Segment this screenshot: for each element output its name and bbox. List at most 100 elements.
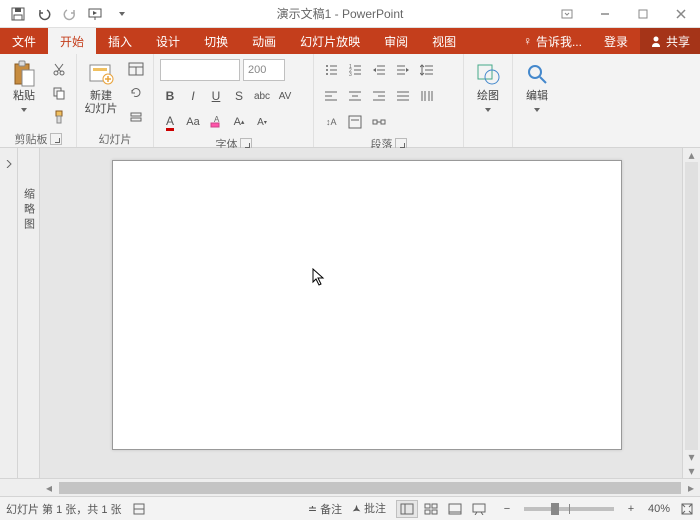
zoom-level[interactable]: 40% (648, 503, 670, 515)
outline-pane[interactable]: 缩略图 (18, 148, 40, 478)
new-slide-icon (87, 60, 115, 88)
char-spacing-button[interactable]: AV (275, 85, 295, 107)
spellcheck-icon[interactable] (132, 502, 146, 516)
share-button[interactable]: 共享 (640, 28, 700, 54)
zoom-handle[interactable] (551, 503, 559, 515)
svg-text:A: A (214, 115, 220, 124)
copy-icon[interactable] (48, 82, 70, 104)
font-color-button[interactable]: A (160, 111, 180, 133)
normal-view-icon[interactable] (396, 500, 418, 518)
slide-counter[interactable]: 幻灯片 第 1 张，共 1 张 (6, 501, 122, 517)
italic-button[interactable]: I (183, 85, 203, 107)
scroll-left-icon[interactable]: ◂ (40, 479, 58, 496)
next-slide-icon[interactable]: ▾ (683, 464, 700, 478)
zoom-out-button[interactable]: − (500, 503, 514, 515)
outline-label: 缩略图 (21, 188, 37, 233)
align-right-icon[interactable] (368, 85, 390, 107)
redo-icon[interactable] (60, 4, 80, 24)
svg-text:3: 3 (349, 72, 352, 77)
notes-button[interactable]: ≐ 备注 (308, 501, 342, 517)
slide-canvas-area[interactable] (40, 148, 682, 478)
shadow-button[interactable]: abc (252, 85, 272, 107)
comments-label: 批注 (364, 503, 386, 515)
start-from-beginning-icon[interactable] (86, 4, 106, 24)
hscroll-thumb[interactable] (59, 482, 681, 494)
close-icon[interactable] (662, 0, 700, 28)
bold-button[interactable]: B (160, 85, 180, 107)
hscroll-track[interactable] (59, 482, 681, 494)
cut-icon[interactable] (48, 58, 70, 80)
scroll-track[interactable] (685, 162, 698, 450)
slide[interactable] (112, 160, 622, 450)
drawing-button[interactable]: 绘图 (468, 56, 508, 116)
change-case-button[interactable]: Aa (183, 111, 203, 133)
new-slide-label: 新建 幻灯片 (85, 90, 118, 116)
ribbon-options-icon[interactable] (548, 0, 586, 28)
indent-decrease-icon[interactable] (368, 59, 390, 81)
numbering-icon[interactable]: 123 (344, 59, 366, 81)
underline-button[interactable]: U (206, 85, 226, 107)
signin-link[interactable]: 登录 (592, 28, 640, 54)
horizontal-scrollbar[interactable]: ◂ ▸ (0, 478, 700, 496)
editing-button[interactable]: 编辑 (517, 56, 557, 116)
new-slide-button[interactable]: 新建 幻灯片 (81, 56, 121, 116)
tab-slideshow[interactable]: 幻灯片放映 (288, 28, 372, 54)
indent-increase-icon[interactable] (392, 59, 414, 81)
ribbon-tabs: 文件 开始 插入 设计 切换 动画 幻灯片放映 审阅 视图 ♀告诉我... 登录… (0, 28, 700, 54)
tab-home[interactable]: 开始 (48, 28, 96, 54)
comments-button[interactable]: 🟂 批注 (352, 500, 386, 517)
vertical-scrollbar[interactable]: ▴ ▾ ▾ (682, 148, 700, 478)
smartart-icon[interactable] (368, 111, 390, 133)
format-painter-icon[interactable] (48, 106, 70, 128)
tab-transitions[interactable]: 切换 (192, 28, 240, 54)
thumbnail-collapse[interactable] (0, 148, 18, 478)
zoom-in-button[interactable]: + (624, 503, 638, 515)
title-bar: 演示文稿1 - PowerPoint (0, 0, 700, 28)
font-name-input[interactable] (160, 59, 240, 81)
tab-animations[interactable]: 动画 (240, 28, 288, 54)
strikethrough-button[interactable]: S (229, 85, 249, 107)
align-text-icon[interactable] (344, 111, 366, 133)
section-icon[interactable] (125, 106, 147, 128)
tell-me[interactable]: ♀告诉我... (513, 28, 592, 54)
reading-view-icon[interactable] (444, 500, 466, 518)
grow-font-button[interactable]: A▴ (229, 111, 249, 133)
align-center-icon[interactable] (344, 85, 366, 107)
justify-icon[interactable] (392, 85, 414, 107)
sorter-view-icon[interactable] (420, 500, 442, 518)
paste-button[interactable]: 粘贴 (4, 56, 44, 116)
group-font: 200 B I U S abc AV A Aa A A▴ A▾ 字体 (154, 54, 314, 147)
clear-format-button[interactable]: A (206, 111, 226, 133)
clipboard-label: 剪贴板 (15, 131, 48, 147)
fit-window-icon[interactable] (680, 502, 694, 516)
editing-label: 编辑 (526, 90, 548, 102)
tab-review[interactable]: 审阅 (372, 28, 420, 54)
scroll-up-icon[interactable]: ▴ (683, 148, 700, 162)
minimize-icon[interactable] (586, 0, 624, 28)
shrink-font-button[interactable]: A▾ (252, 111, 272, 133)
scroll-right-icon[interactable]: ▸ (682, 479, 700, 496)
align-left-icon[interactable] (320, 85, 342, 107)
maximize-icon[interactable] (624, 0, 662, 28)
tab-insert[interactable]: 插入 (96, 28, 144, 54)
slideshow-view-icon[interactable] (468, 500, 490, 518)
tab-file[interactable]: 文件 (0, 28, 48, 54)
group-drawing: 绘图 (464, 54, 513, 147)
zoom-slider[interactable] (524, 507, 614, 511)
columns-icon[interactable] (416, 85, 438, 107)
text-direction-icon[interactable]: ↕A (320, 111, 342, 133)
bullets-icon[interactable] (320, 59, 342, 81)
clipboard-launcher[interactable] (50, 133, 62, 145)
tab-view[interactable]: 视图 (420, 28, 468, 54)
undo-icon[interactable] (34, 4, 54, 24)
font-size-input[interactable]: 200 (243, 59, 285, 81)
line-spacing-icon[interactable] (416, 59, 438, 81)
qat-customize-icon[interactable] (112, 4, 132, 24)
save-icon[interactable] (8, 4, 28, 24)
tab-design[interactable]: 设计 (144, 28, 192, 54)
scroll-down-icon[interactable]: ▾ (683, 450, 700, 464)
paste-label: 粘贴 (13, 90, 35, 102)
reset-icon[interactable] (125, 82, 147, 104)
layout-icon[interactable] (125, 58, 147, 80)
bulb-icon: ♀ (523, 34, 532, 48)
